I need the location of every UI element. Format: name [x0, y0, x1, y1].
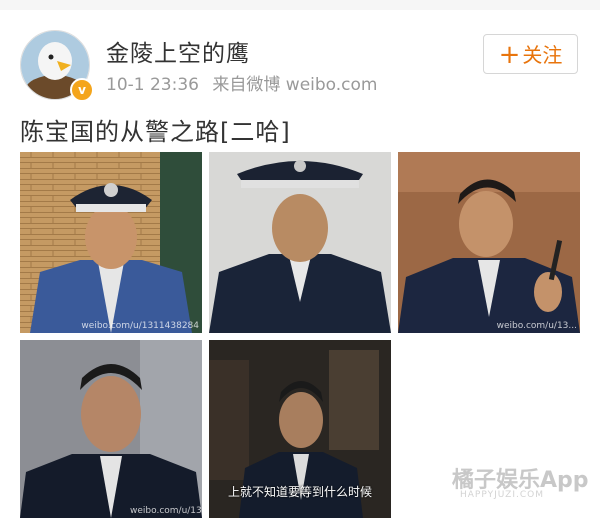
follow-button[interactable]: + 关注 [483, 34, 578, 74]
photo-watermark: weibo.com/u/13... [496, 321, 577, 331]
photo-3[interactable]: weibo.com/u/13... [398, 152, 580, 333]
plus-icon: + [498, 39, 521, 70]
post-time: 10-1 23:36 [106, 75, 199, 95]
username[interactable]: 金陵上空的鹰 [106, 34, 250, 68]
follow-label: 关注 [522, 43, 563, 67]
photo-caption: 上就不知道要等到什么时候 [227, 485, 372, 499]
verified-badge-icon: v [70, 78, 94, 102]
photo-4[interactable]: weibo.com/u/1311438284 [20, 340, 202, 518]
post-source[interactable]: 来自微博 weibo.com [212, 75, 377, 95]
photo-1[interactable]: weibo.com/u/1311438284 [20, 152, 202, 333]
photo-watermark: weibo.com/u/1311438284 [130, 506, 202, 516]
photo-2[interactable] [209, 152, 391, 333]
post-text: 陈宝国的从警之路[二哈] [20, 118, 291, 146]
app-watermark-url: HAPPYJUZI.COM [460, 490, 544, 500]
photo-5[interactable]: 上就不知道要等到什么时候 [209, 340, 391, 518]
photo-watermark: weibo.com/u/1311438284 [81, 321, 199, 331]
top-strip [0, 0, 600, 10]
post-meta: 10-1 23:36 来自微博 weibo.com [106, 70, 386, 95]
